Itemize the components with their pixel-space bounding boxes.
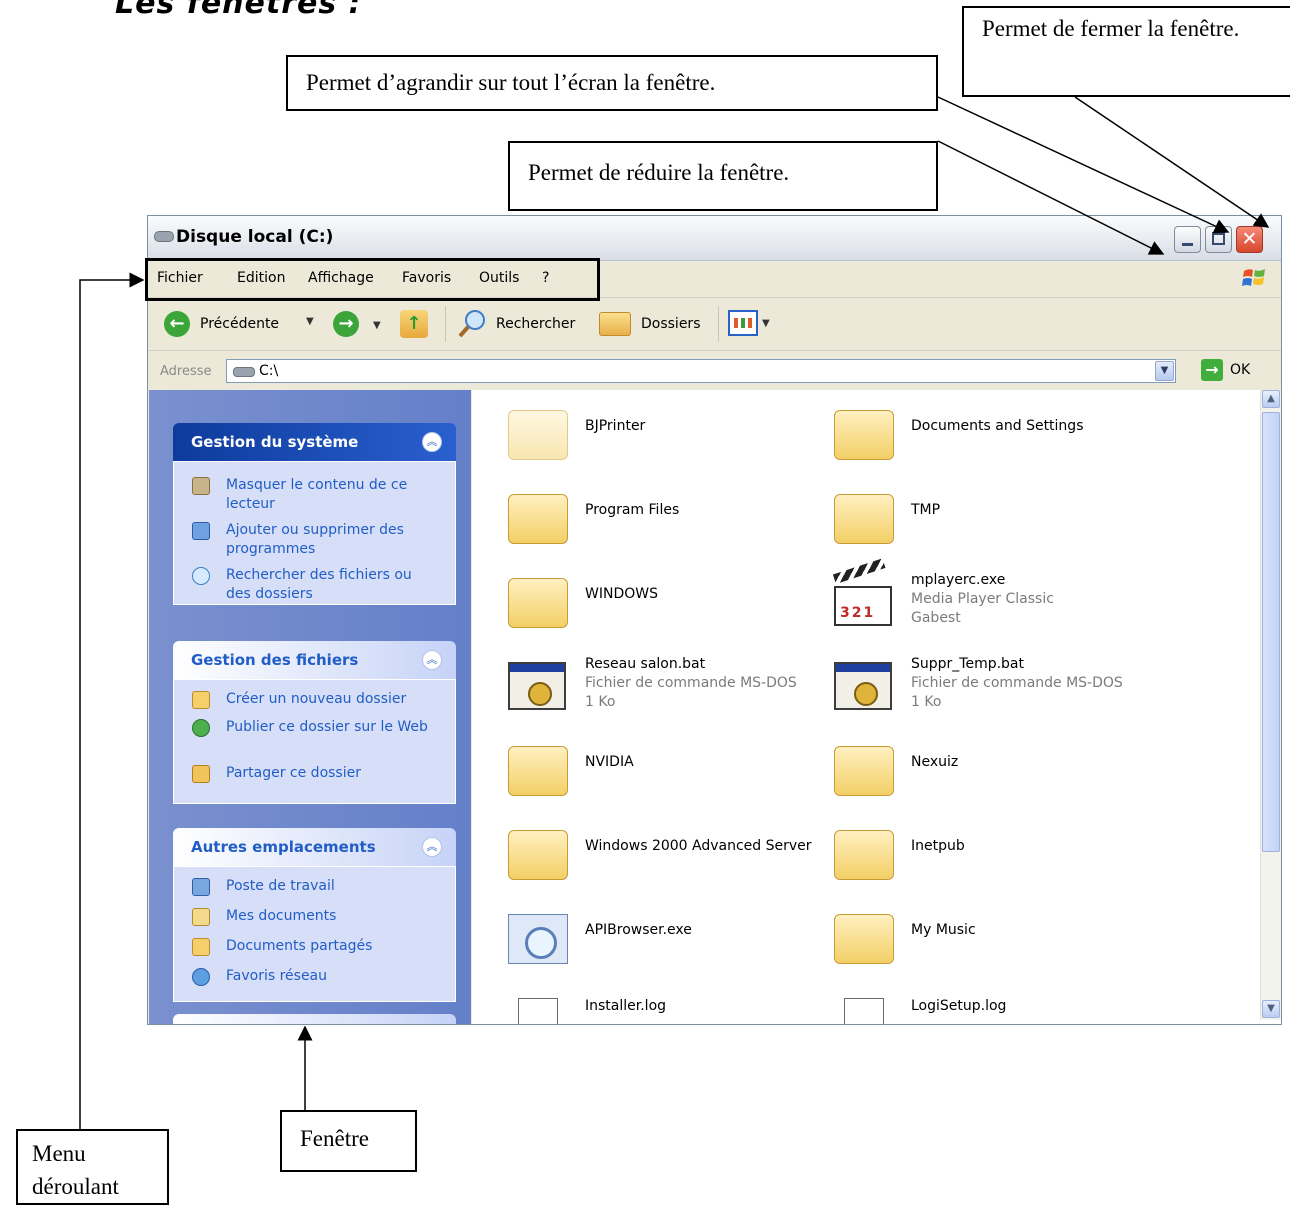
arrow-minimize (937, 140, 1165, 255)
arrow-menu (79, 272, 145, 1129)
arrow-close (1074, 96, 1270, 228)
annotation-arrows (79, 96, 1270, 1129)
arrow-maximize (937, 96, 1230, 234)
